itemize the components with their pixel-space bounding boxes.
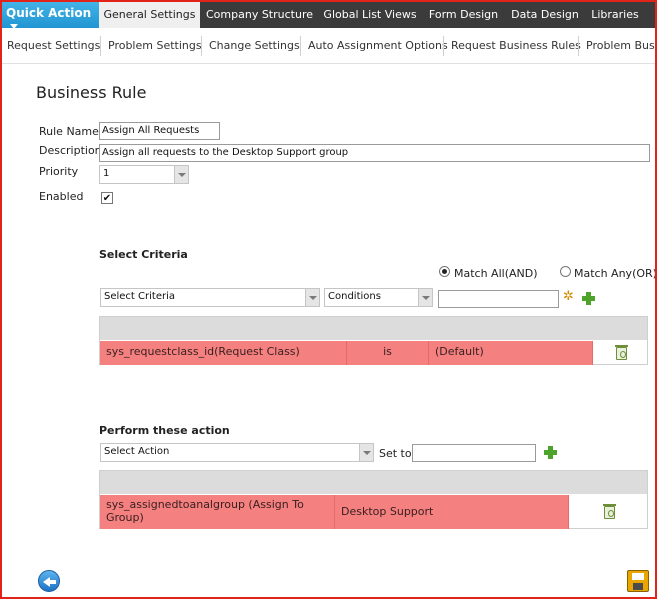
perform-action-title: Perform these action — [99, 424, 230, 437]
priority-value: 1 — [103, 168, 110, 179]
add-action-plus-icon[interactable] — [544, 446, 557, 459]
set-to-input[interactable] — [412, 444, 536, 462]
subtab-divider — [300, 36, 301, 56]
recycle-bin-icon[interactable] — [615, 345, 628, 360]
select-criteria-value: Select Criteria — [104, 291, 175, 302]
subtab-request-settings[interactable]: Request Settings — [7, 28, 100, 64]
select-criteria-dropdown[interactable]: Select Criteria — [100, 288, 320, 307]
subtab-divider — [578, 36, 579, 56]
tab-form-design[interactable]: Form Design — [423, 0, 504, 28]
back-arrow-icon[interactable] — [38, 570, 60, 592]
subtab-divider — [100, 36, 101, 56]
select-action-dropdown[interactable]: Select Action — [100, 443, 374, 462]
actions-grid: sys_assignedtoanalgroup (Assign To Group… — [99, 470, 648, 529]
criteria-field-cell[interactable]: sys_requestclass_id(Request Class) — [100, 341, 347, 365]
quick-action-label: Quick Action — [6, 6, 92, 20]
rule-name-label: Rule Name — [39, 125, 99, 138]
enabled-checkbox[interactable]: ✔ — [101, 192, 113, 204]
match-all-radio[interactable] — [439, 266, 450, 277]
quick-action-button[interactable]: Quick Action — [0, 0, 99, 29]
description-input[interactable]: Assign all requests to the Desktop Suppo… — [99, 144, 650, 162]
subtab-problem-business-rules[interactable]: Problem Busin — [586, 28, 657, 64]
criteria-value-cell[interactable]: (Default) — [429, 341, 593, 365]
sub-nav: Request Settings Problem Settings Change… — [0, 28, 657, 64]
actions-grid-header — [100, 471, 647, 494]
select-criteria-title: Select Criteria — [99, 248, 188, 261]
conditions-value: Conditions — [328, 291, 381, 302]
action-value-cell[interactable]: Desktop Support — [335, 495, 569, 529]
tab-company-structure[interactable]: Company Structure — [202, 0, 317, 28]
chevron-down-icon — [174, 166, 188, 183]
match-any-radio[interactable] — [560, 266, 571, 277]
tab-libraries[interactable]: Libraries — [586, 0, 644, 28]
enabled-label: Enabled — [39, 190, 84, 203]
tab-general-settings[interactable]: General Settings — [99, 0, 200, 28]
subtab-problem-settings[interactable]: Problem Settings — [108, 28, 202, 64]
priority-select[interactable]: 1 — [99, 165, 189, 184]
criteria-grid: sys_requestclass_id(Request Class) is (D… — [99, 316, 648, 365]
tab-global-list-views[interactable]: Global List Views — [318, 0, 422, 28]
chevron-down-icon — [305, 289, 319, 306]
rule-name-input[interactable]: Assign All Requests — [99, 122, 220, 140]
description-label: Description — [39, 144, 102, 157]
chevron-down-icon — [359, 444, 373, 461]
priority-label: Priority — [39, 165, 79, 178]
subtab-divider — [443, 36, 444, 56]
criteria-value-input[interactable] — [438, 290, 559, 308]
match-any-label: Match Any(OR) — [574, 267, 657, 280]
magic-wand-icon[interactable]: ✲ — [563, 289, 574, 304]
select-action-value: Select Action — [104, 446, 170, 457]
top-nav: Quick Action General Settings Company St… — [0, 0, 657, 29]
criteria-grid-header — [100, 317, 647, 340]
subtab-auto-assignment-options[interactable]: Auto Assignment Options — [308, 28, 448, 64]
subtab-request-business-rules[interactable]: Request Business Rules — [451, 28, 581, 64]
match-all-label: Match All(AND) — [454, 267, 538, 280]
conditions-dropdown[interactable]: Conditions — [324, 288, 433, 307]
chevron-down-icon — [418, 289, 432, 306]
action-field-cell[interactable]: sys_assignedtoanalgroup (Assign To Group… — [100, 495, 335, 529]
criteria-operator-cell[interactable]: is — [347, 341, 429, 365]
recycle-bin-icon[interactable] — [603, 504, 616, 519]
subtab-change-settings[interactable]: Change Settings — [209, 28, 300, 64]
save-icon[interactable] — [627, 570, 649, 592]
tab-data-design[interactable]: Data Design — [506, 0, 584, 28]
set-to-label: Set to — [379, 447, 412, 460]
page-title: Business Rule — [36, 83, 147, 102]
add-criteria-plus-icon[interactable] — [582, 292, 595, 305]
subtab-divider — [201, 36, 202, 56]
